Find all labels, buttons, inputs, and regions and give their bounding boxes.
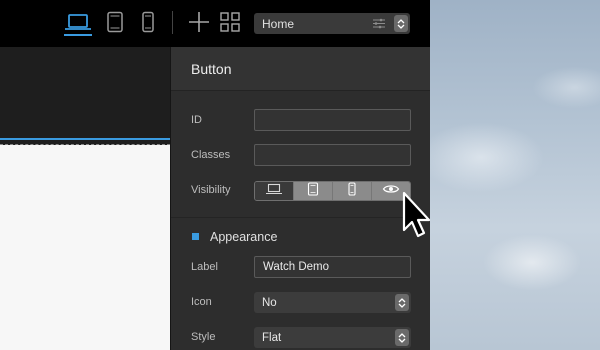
page-select-value: Home — [262, 16, 295, 31]
icon-select[interactable]: No — [254, 292, 411, 313]
style-field-label: Style — [191, 331, 216, 343]
inspector-panel: Button ID Classes Visibility Appearance … — [170, 47, 431, 350]
icon-field-label: Icon — [191, 296, 212, 308]
classes-label: Classes — [191, 149, 231, 161]
style-select-value: Flat — [262, 331, 282, 344]
appearance-section-title[interactable]: Appearance — [210, 230, 277, 244]
label-field-label: Label — [191, 261, 218, 273]
cloudy-sky-background — [430, 0, 600, 350]
label-field[interactable]: Watch Demo — [254, 256, 411, 278]
id-field[interactable] — [254, 109, 411, 131]
toolbar-separator — [172, 11, 173, 34]
laptop-icon[interactable] — [62, 11, 94, 36]
style-select[interactable]: Flat — [254, 327, 411, 348]
phone-icon — [347, 182, 357, 200]
page-canvas[interactable] — [0, 145, 170, 350]
visibility-phone-toggle[interactable] — [332, 182, 371, 200]
chevron-updown-icon — [395, 329, 409, 346]
list-settings-icon — [372, 18, 386, 32]
phone-icon[interactable] — [140, 11, 156, 33]
canvas-area — [0, 47, 170, 350]
icon-select-value: No — [262, 296, 277, 309]
laptop-icon — [265, 182, 283, 200]
eye-icon — [382, 182, 400, 200]
tablet-icon — [307, 182, 319, 200]
page-select[interactable]: Home — [254, 13, 410, 34]
tablet-icon[interactable] — [105, 11, 125, 33]
section-bullet-icon — [192, 233, 199, 240]
visibility-laptop-toggle[interactable] — [255, 182, 293, 200]
grid-icon[interactable] — [219, 11, 241, 33]
visibility-tablet-toggle[interactable] — [293, 182, 332, 200]
top-toolbar: Home — [0, 0, 430, 47]
section-divider — [171, 217, 431, 218]
visibility-label: Visibility — [191, 184, 231, 196]
classes-field[interactable] — [254, 144, 411, 166]
mouse-cursor-icon — [400, 190, 432, 242]
chevron-updown-icon — [395, 294, 409, 311]
selection-outline — [0, 138, 170, 140]
panel-header: Button — [171, 47, 431, 91]
panel-title: Button — [191, 61, 232, 77]
visibility-toggle-group — [254, 181, 411, 201]
id-label: ID — [191, 114, 202, 126]
plus-icon[interactable] — [187, 11, 211, 33]
chevron-updown-icon — [394, 15, 408, 32]
